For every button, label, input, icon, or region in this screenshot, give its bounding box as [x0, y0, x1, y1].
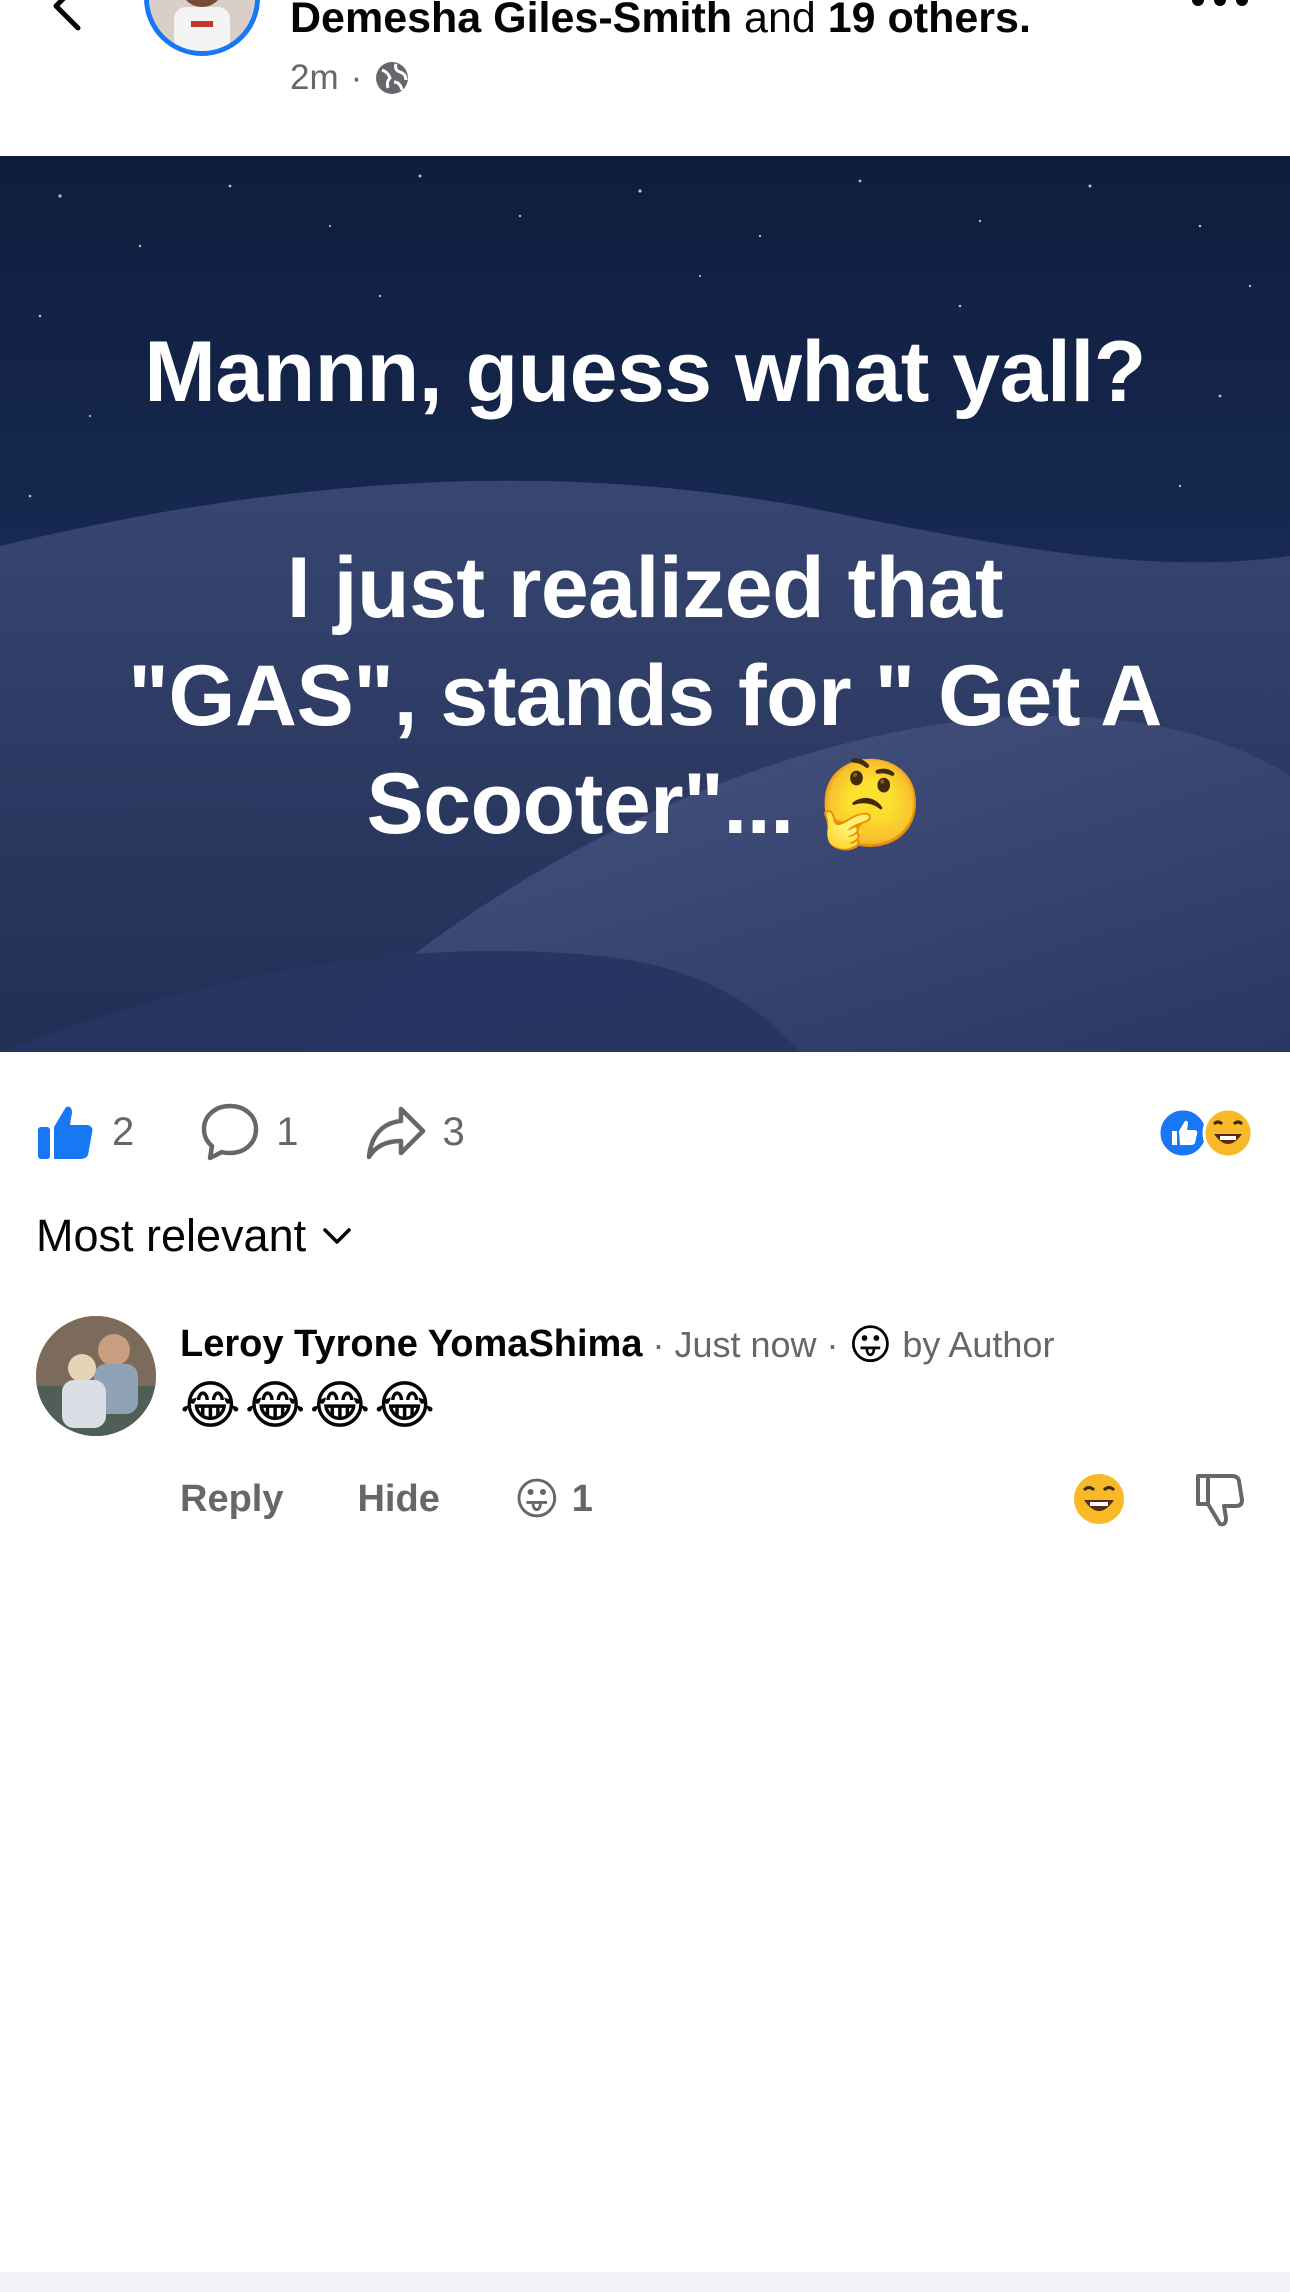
reply-button[interactable]: Reply [180, 1478, 283, 1521]
comment-sort-dropdown[interactable]: Most relevant [36, 1210, 352, 1262]
share-arrow-icon [366, 1106, 425, 1160]
react-emoji-icon[interactable] [1072, 1472, 1126, 1526]
post-action-bar: 2 1 3 [36, 1100, 531, 1164]
comment-actions: Reply Hide 😛 1 [180, 1474, 593, 1525]
commenter-name[interactable]: Leroy Tyrone YomaShima [180, 1323, 642, 1366]
like-count: 2 [112, 1109, 135, 1154]
and-text: and [744, 0, 816, 42]
thumbs-up-icon [38, 1106, 93, 1159]
post-line-1: Mannn, guess what yall? [144, 324, 1146, 420]
share-button[interactable]: 3 [365, 1103, 465, 1161]
reaction-emoji-icon: 😛 [513, 1475, 560, 1524]
comment-time: · Just now · [652, 1323, 839, 1365]
chevron-down-icon [323, 1228, 351, 1244]
comment-button[interactable]: 1 [200, 1102, 299, 1162]
comment-count: 1 [276, 1109, 299, 1154]
thumbs-down-icon[interactable] [1192, 1472, 1246, 1528]
comment-reaction-count[interactable]: 😛 1 [514, 1474, 593, 1525]
meta-separator: · [350, 58, 363, 97]
post-meta: 2m · [290, 58, 410, 98]
comment-bubble-icon [202, 1103, 259, 1161]
post-time: 2m [290, 58, 339, 97]
more-options-icon[interactable] [1188, 0, 1252, 20]
comment-header: Leroy Tyrone YomaShima · Just now · 😛 by… [180, 1320, 1054, 1369]
author-reaction-icon: 😛 [848, 1321, 893, 1368]
bottom-divider [0, 2272, 1290, 2292]
like-button[interactable]: 2 [36, 1103, 134, 1161]
tagged-user-name[interactable]: Demesha Giles-Smith [290, 0, 732, 42]
reactions-summary-icons[interactable] [1156, 1106, 1256, 1160]
reaction-count: 1 [571, 1478, 593, 1520]
sort-label: Most relevant [36, 1210, 307, 1261]
post-line-4: Scooter"... 🤔 [366, 756, 924, 852]
post-text: Mannn, guess what yall? I just realized … [60, 318, 1230, 858]
post-line-3: "GAS", stands for " Get A [128, 648, 1162, 744]
back-arrow-icon[interactable] [40, 0, 100, 40]
commenter-avatar[interactable] [36, 1316, 156, 1436]
author-reaction-label: by Author [902, 1323, 1055, 1365]
globe-icon [376, 62, 409, 94]
others-link[interactable]: 19 others. [828, 0, 1031, 42]
hide-button[interactable]: Hide [357, 1478, 439, 1521]
post-line-2: I just realized that [286, 540, 1004, 636]
post-audience-line: Demesha Giles-Smith and 19 others. [290, 0, 1031, 43]
share-count: 3 [442, 1109, 465, 1154]
comment-text: 😂😂😂😂 [180, 1377, 440, 1435]
profile-avatar[interactable] [144, 0, 260, 56]
